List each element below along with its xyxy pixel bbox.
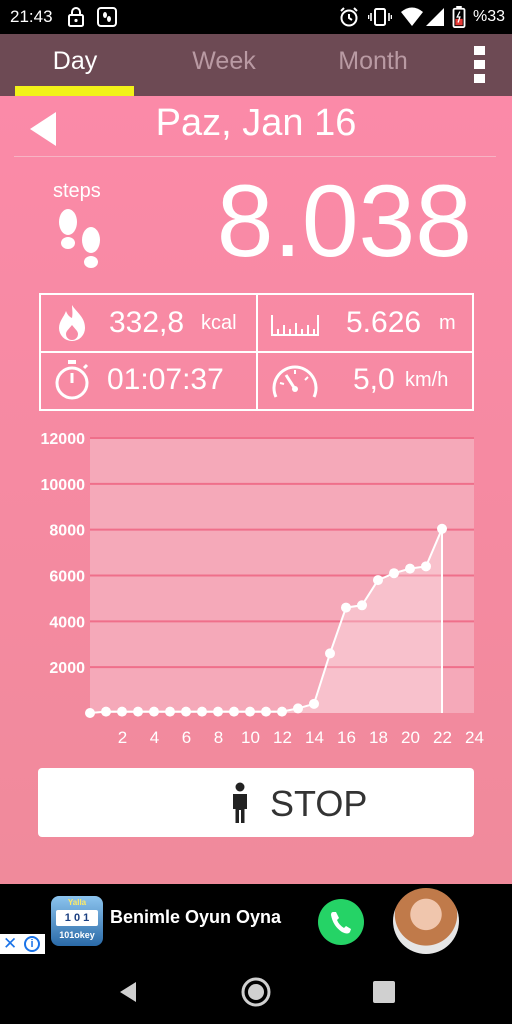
data-point — [437, 523, 447, 534]
data-point — [389, 568, 399, 579]
calories-value: 332,8 — [109, 306, 185, 339]
data-point — [85, 708, 95, 718]
lock-icon — [68, 7, 84, 27]
status-bar: 21:43 %33 — [0, 0, 512, 34]
calories-unit: kcal — [201, 312, 237, 334]
game-brand: 101okey — [59, 930, 95, 940]
data-point — [181, 706, 191, 717]
speed-value: 5,0 — [353, 363, 395, 396]
divider — [14, 156, 496, 157]
game-tiles: 1 0 1 — [56, 910, 98, 926]
data-point — [213, 706, 223, 717]
home-button-icon[interactable] — [238, 974, 274, 1010]
data-point — [373, 575, 383, 586]
x-tick-label: 8 — [214, 728, 223, 747]
ad-avatar[interactable] — [393, 888, 459, 954]
x-tick-label: 18 — [369, 728, 388, 747]
ruler-icon — [271, 315, 319, 336]
x-tick-label: 10 — [241, 728, 260, 747]
duration-value: 01:07:37 — [107, 363, 224, 396]
stats-grid: 332,8 kcal 5.626 m 01:07:37 5,0 km/h — [39, 293, 474, 411]
steps-label: steps — [53, 180, 101, 202]
data-point — [341, 602, 351, 613]
phone-call-icon[interactable] — [318, 899, 364, 945]
y-tick-label: 12000 — [41, 431, 86, 448]
y-tick-label: 2000 — [49, 660, 85, 677]
y-tick-label: 6000 — [49, 569, 85, 586]
data-point — [309, 698, 319, 709]
x-tick-label: 22 — [433, 728, 452, 747]
data-point — [357, 600, 367, 611]
battery-percent: %33 — [473, 8, 506, 25]
data-point — [133, 706, 143, 717]
walking-person-icon — [233, 782, 247, 823]
steps-count: 8.038 — [216, 164, 472, 278]
ad-info-icon[interactable]: i — [24, 936, 40, 952]
data-point — [165, 706, 175, 717]
stop-label: STOP — [270, 783, 368, 824]
status-time: 21:43 — [10, 7, 53, 26]
wifi-icon — [401, 7, 423, 26]
overflow-menu-icon[interactable] — [470, 44, 490, 84]
data-point — [277, 706, 287, 717]
x-tick-label: 4 — [150, 728, 159, 747]
x-tick-label: 14 — [305, 728, 324, 747]
battery-icon — [452, 6, 466, 28]
y-tick-label: 4000 — [49, 614, 85, 631]
signal-icon — [426, 8, 444, 26]
x-tick-label: 20 — [401, 728, 420, 747]
back-button-icon[interactable] — [110, 974, 146, 1010]
data-point — [197, 706, 207, 717]
system-navigation-bar — [0, 960, 512, 1024]
tab-week[interactable]: Week — [154, 34, 294, 96]
date-title: Paz, Jan 16 — [155, 102, 357, 144]
alarm-icon — [340, 7, 358, 27]
selected-tab-indicator — [15, 86, 134, 96]
main-content: Paz, Jan 16 steps 8.038 332,8 kcal 5.626… — [0, 96, 512, 884]
ad-choices-icon[interactable]: ✕ i — [0, 934, 45, 954]
stop-button[interactable]: STOP — [38, 768, 474, 837]
data-point — [117, 706, 127, 717]
data-point — [229, 706, 239, 717]
x-tick-label: 24 — [465, 728, 484, 747]
x-tick-label: 6 — [182, 728, 191, 747]
y-tick-label: 10000 — [41, 477, 86, 494]
close-ad-icon[interactable]: ✕ — [3, 934, 17, 954]
distance-value: 5.626 — [346, 306, 422, 339]
data-point — [421, 561, 431, 572]
ad-text[interactable]: Benimle Oyun Oyna — [110, 907, 281, 928]
speed-unit: km/h — [405, 369, 449, 391]
grid-divider — [41, 351, 472, 353]
recents-button-icon[interactable] — [366, 974, 402, 1010]
tab-month[interactable]: Month — [303, 34, 443, 96]
flame-icon — [59, 305, 85, 341]
game-badge-top: Yalla — [67, 898, 87, 907]
data-point — [405, 563, 415, 574]
data-point — [149, 706, 159, 717]
game-logo-icon[interactable]: Yalla 1 0 1 101okey — [51, 896, 103, 946]
data-point — [293, 703, 303, 714]
distance-unit: m — [439, 312, 456, 334]
data-point — [245, 706, 255, 717]
x-tick-label: 2 — [118, 728, 127, 747]
vibrate-icon — [368, 8, 392, 26]
footprints-icon — [59, 209, 100, 268]
data-point — [261, 706, 271, 717]
data-point — [325, 648, 335, 659]
x-tick-label: 12 — [273, 728, 292, 747]
stopwatch-icon — [55, 360, 89, 400]
x-tick-label: 16 — [337, 728, 356, 747]
speedometer-icon — [272, 365, 318, 398]
fitness-app-icon — [97, 7, 117, 27]
previous-day-arrow-icon[interactable] — [28, 111, 58, 147]
y-tick-label: 8000 — [49, 523, 85, 540]
steps-hourly-chart: 200040006000800010000120002 4 6 8 10 12 14 16 18… — [41, 431, 484, 747]
ad-banner[interactable]: Yalla 1 0 1 101okey Benimle Oyun Oyna ✕ … — [0, 884, 512, 960]
data-point — [101, 706, 111, 717]
